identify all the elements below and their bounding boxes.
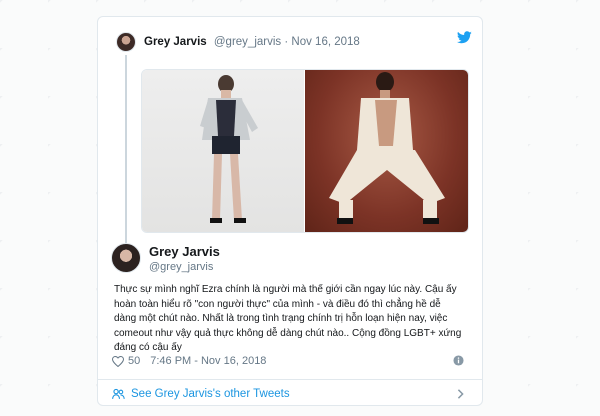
parent-date[interactable]: Nov 16, 2018 [291, 36, 359, 48]
parent-tweet-header: Grey Jarvis @grey_jarvis · Nov 16, 2018 [116, 31, 468, 53]
parent-author-name[interactable]: Grey Jarvis [144, 36, 207, 48]
reply-tweet-header: Grey Jarvis @grey_jarvis [111, 243, 220, 273]
photo-left-figure [200, 75, 258, 223]
parent-avatar[interactable] [116, 32, 136, 52]
like-count[interactable]: 50 [128, 355, 140, 367]
parent-separator: · [284, 36, 289, 48]
people-icon [112, 388, 125, 399]
reply-avatar[interactable] [111, 243, 141, 273]
photo-right[interactable] [305, 70, 468, 232]
reply-meta-row: 50 7:46 PM - Nov 16, 2018 [112, 353, 468, 369]
embedded-tweet-card: Grey Jarvis @grey_jarvis · Nov 16, 2018 [97, 16, 483, 406]
chevron-right-icon[interactable] [457, 389, 464, 399]
photo-left[interactable] [142, 70, 305, 232]
tweet-media[interactable] [141, 69, 469, 233]
parent-meta: Grey Jarvis @grey_jarvis · Nov 16, 2018 [144, 36, 360, 48]
see-other-tweets-label[interactable]: See Grey Jarvis's other Tweets [131, 388, 290, 400]
heart-icon[interactable] [112, 355, 124, 367]
photo-right-figure [329, 72, 445, 224]
footer-divider [98, 379, 482, 380]
reply-author: Grey Jarvis @grey_jarvis [149, 244, 220, 273]
see-other-tweets-link[interactable]: See Grey Jarvis's other Tweets [112, 385, 468, 403]
reply-author-name[interactable]: Grey Jarvis [149, 244, 220, 259]
twitter-bird-icon[interactable] [457, 31, 472, 44]
info-icon[interactable] [453, 355, 464, 366]
reply-timestamp[interactable]: 7:46 PM - Nov 16, 2018 [150, 355, 266, 367]
reply-handle[interactable]: @grey_jarvis [149, 261, 220, 273]
reply-tweet-text: Thực sự mình nghĩ Ezra chính là người mà… [114, 284, 462, 353]
parent-handle[interactable]: @grey_jarvis [214, 36, 281, 48]
thread-line [125, 55, 127, 255]
